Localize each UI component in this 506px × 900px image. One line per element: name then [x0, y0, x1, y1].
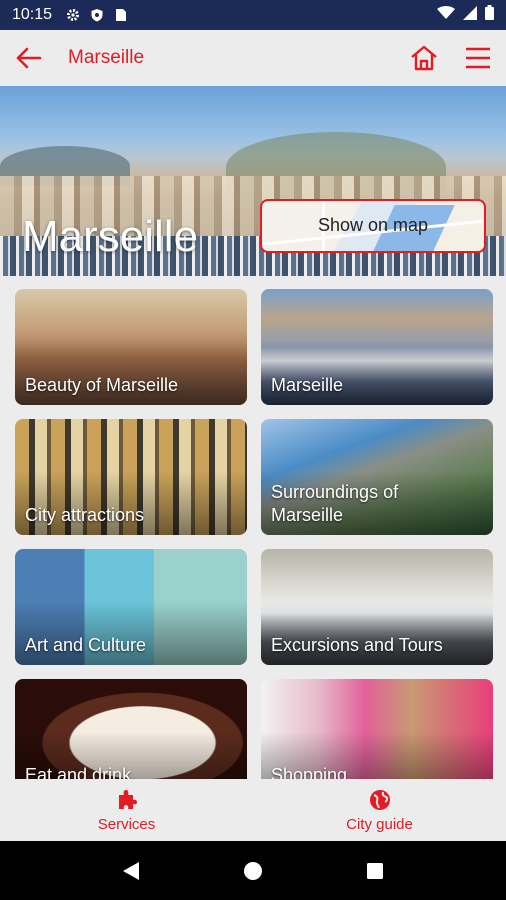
show-on-map-button[interactable]: Show on map: [260, 199, 486, 253]
recents-square-icon[interactable]: [355, 851, 395, 891]
nav-item-city-guide[interactable]: City guide: [253, 779, 506, 841]
category-tile-surroundings[interactable]: Surroundings of Marseille: [261, 419, 493, 535]
battery-icon: [485, 5, 494, 25]
category-tile-excursions-and-tours[interactable]: Excursions and Tours: [261, 549, 493, 665]
menu-icon[interactable]: [462, 42, 494, 74]
category-tile-beauty-of-marseille[interactable]: Beauty of Marseille: [15, 289, 247, 405]
page-title: Marseille: [68, 47, 145, 68]
category-grid: Beauty of Marseille Marseille City attra…: [15, 289, 493, 779]
category-label: City attractions: [25, 505, 145, 525]
sim-card-icon: [114, 8, 128, 22]
category-label: Shopping: [271, 765, 348, 779]
shield-icon: [90, 8, 104, 22]
settings-icon: [66, 8, 80, 22]
puzzle-icon: [115, 788, 139, 812]
category-label: Surroundings of Marseille: [271, 482, 399, 525]
globe-icon: [368, 788, 392, 812]
home-circle-icon[interactable]: [233, 851, 273, 891]
category-tile-eat-and-drink[interactable]: Eat and drink: [15, 679, 247, 779]
status-bar: 10:15: [0, 0, 506, 30]
hero-title: Marseille: [22, 212, 199, 261]
show-on-map-label: Show on map: [317, 215, 429, 235]
nav-label-city-guide: City guide: [346, 815, 413, 833]
app-bar: Marseille: [0, 30, 506, 86]
wifi-icon: [437, 5, 455, 25]
category-tile-city-attractions[interactable]: City attractions: [15, 419, 247, 535]
category-tile-marseille[interactable]: Marseille: [261, 289, 493, 405]
nav-label-services: Services: [97, 815, 156, 833]
home-icon[interactable]: [408, 42, 440, 74]
system-navigation-bar: [0, 841, 506, 900]
nav-item-services[interactable]: Services: [0, 779, 253, 841]
back-triangle-icon[interactable]: [111, 851, 151, 891]
category-label: Excursions and Tours: [271, 635, 443, 655]
category-tile-shopping[interactable]: Shopping: [261, 679, 493, 779]
category-tile-art-and-culture[interactable]: Art and Culture: [15, 549, 247, 665]
category-label: Art and Culture: [25, 635, 147, 655]
hero-banner: Marseille Show on map: [0, 86, 506, 276]
category-label: Marseille: [271, 375, 344, 395]
category-label: Beauty of Marseille: [25, 375, 179, 395]
back-arrow-icon[interactable]: [12, 42, 44, 74]
bottom-navigation: Services City guide: [0, 779, 506, 841]
signal-icon: [463, 5, 477, 25]
status-time: 10:15: [12, 6, 53, 23]
category-label: Eat and drink: [25, 765, 132, 779]
